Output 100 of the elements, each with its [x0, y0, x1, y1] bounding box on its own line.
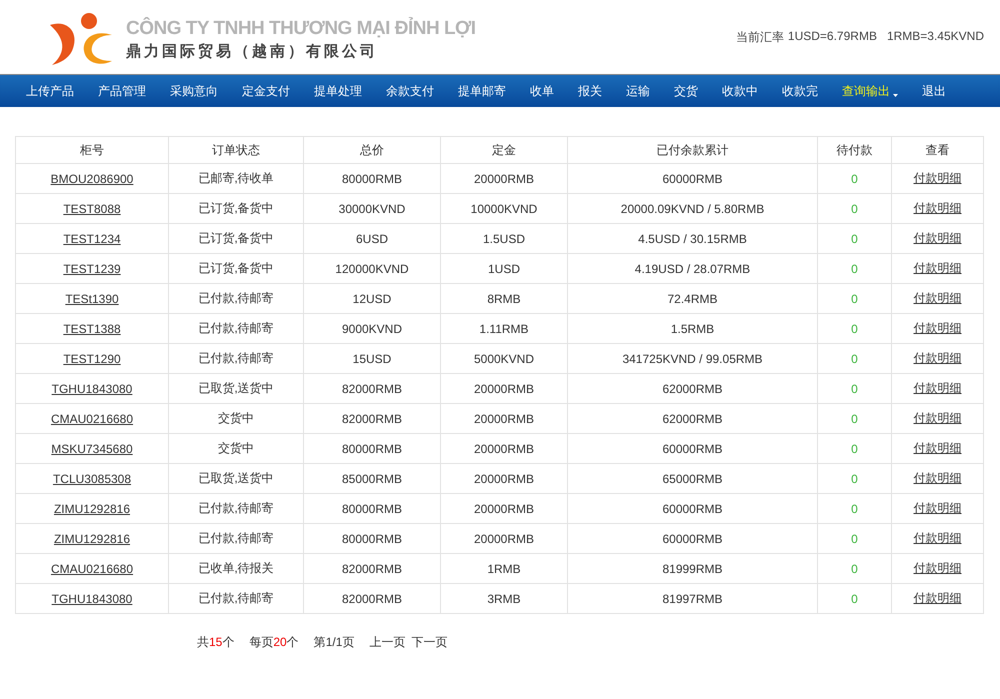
table-cell: 1RMB — [487, 562, 521, 576]
table-cell: 20000RMB — [474, 532, 534, 546]
table-cell: 80000RMB — [342, 502, 402, 516]
table-cell: 已付款,待邮寄 — [198, 291, 274, 305]
container-number-link[interactable]: TEST1388 — [63, 322, 121, 336]
table-cell: 81997RMB — [662, 592, 723, 606]
table-cell: 20000RMB — [474, 172, 534, 186]
nav-item[interactable]: 报关 — [566, 74, 614, 108]
table-cell: 72.4RMB — [667, 292, 718, 306]
next-page-link[interactable]: 下一页 — [411, 634, 448, 651]
nav-item[interactable]: 收款中 — [710, 74, 770, 108]
table-cell: 0 — [851, 472, 858, 486]
table-cell: 0 — [851, 352, 858, 366]
nav-item[interactable]: 退出 — [910, 74, 958, 108]
table-cell: 60000RMB — [662, 442, 723, 456]
table-cell: 3RMB — [487, 592, 521, 606]
exchange-rate: 1RMB=3.45KVND — [886, 28, 984, 44]
table-cell: 82000RMB — [342, 412, 402, 426]
table-cell: 20000.09KVND / 5.80RMB — [620, 202, 764, 216]
table-cell: 20000RMB — [474, 412, 534, 426]
table-cell: 已邮寄,待收单 — [198, 171, 274, 185]
table-cell: 80000RMB — [342, 442, 402, 456]
logo-icon — [48, 11, 114, 67]
exchange-rate-label: 当前汇率 — [736, 28, 784, 46]
prev-page-link[interactable]: 上一页 — [369, 634, 406, 651]
nav-item[interactable]: 收款完 — [770, 74, 830, 108]
table-cell: 4.19USD / 28.07RMB — [634, 262, 750, 276]
nav-item[interactable]: 提单邮寄 — [446, 74, 518, 108]
nav-item[interactable]: 交货 — [662, 74, 710, 108]
table-cell: 9000KVND — [342, 322, 402, 336]
nav-item[interactable]: 提单处理 — [302, 74, 374, 108]
company-name: 鼎力国际贸易（越南）有限公司 — [126, 42, 379, 60]
nav-item[interactable]: 采购意向 — [158, 74, 230, 108]
table-cell: 341725KVND / 99.05RMB — [622, 352, 763, 366]
table-cell: 8RMB — [487, 292, 521, 306]
table-cell: 62000RMB — [662, 412, 723, 426]
container-number-link[interactable]: TEST1234 — [63, 232, 121, 246]
table-cell: 0 — [851, 502, 858, 516]
nav-item[interactable]: 定金支付 — [230, 74, 302, 108]
nav-item[interactable]: 余款支付 — [374, 74, 446, 108]
total-count: 共15个 — [197, 634, 234, 651]
table-cell: 82000RMB — [342, 592, 402, 606]
table-cell: 6USD — [356, 232, 388, 246]
table-cell: 0 — [851, 322, 858, 336]
table-cell: 已付款,待邮寄 — [198, 351, 274, 365]
table-cell: 4.5USD / 30.15RMB — [638, 232, 747, 246]
column-header: 待付款 — [818, 136, 892, 164]
column-header: 已付余款累计 — [568, 136, 818, 164]
table-cell: 120000KVND — [335, 262, 409, 276]
table-cell: 12USD — [352, 292, 392, 306]
table-cell: 1.11RMB — [479, 322, 529, 336]
nav-item[interactable]: 运输 — [614, 74, 662, 108]
table-cell: 5000KVND — [474, 352, 534, 366]
nav-item[interactable]: 查询输出 — [830, 74, 910, 108]
container-number-link[interactable]: TEST1290 — [63, 352, 121, 366]
table-cell: 20000RMB — [474, 382, 534, 396]
table-cell: 已订货,备货中 — [198, 201, 274, 215]
page-number: 第1/1页 — [314, 634, 354, 651]
table-cell: 已付款,待邮寄 — [198, 321, 274, 335]
table-cell: 15USD — [352, 352, 392, 366]
table-cell: 1USD — [488, 262, 520, 276]
nav-item[interactable]: 产品管理 — [86, 74, 158, 108]
table-cell: 0 — [851, 202, 858, 216]
table-cell: 10000KVND — [470, 202, 538, 216]
table-cell: 0 — [851, 172, 858, 186]
page-size: 每页20个 — [249, 634, 299, 651]
table-cell: 已订货,备货中 — [198, 261, 274, 275]
table-cell: 0 — [851, 562, 858, 576]
table-cell: 已付款,待邮寄 — [198, 501, 274, 515]
table-cell: 已收单,待报关 — [198, 561, 274, 575]
table-cell: 20000RMB — [474, 442, 534, 456]
table-cell: 30000KVND — [338, 202, 406, 216]
table-cell: 85000RMB — [342, 472, 402, 486]
table-cell: 0 — [851, 592, 858, 606]
column-header: 订单状态 — [168, 136, 304, 164]
column-header: 查看 — [892, 136, 984, 164]
table-cell: 已付款,待邮寄 — [198, 531, 274, 545]
caret-icon — [893, 94, 898, 96]
table-cell: 已订货,备货中 — [198, 231, 274, 245]
container-number-link[interactable]: TEST8088 — [63, 202, 121, 216]
container-number-link[interactable]: TEST1239 — [63, 262, 121, 276]
table-cell: 0 — [851, 532, 858, 546]
nav-item[interactable]: 收单 — [518, 74, 566, 108]
table-cell: 1.5RMB — [670, 322, 714, 336]
table-cell: 60000RMB — [662, 532, 723, 546]
table-cell: 交货中 — [218, 411, 254, 425]
column-header: 柜号 — [16, 136, 168, 164]
column-header: 总价 — [304, 136, 440, 164]
table-cell: 65000RMB — [662, 472, 723, 486]
table-cell: 0 — [851, 232, 858, 246]
table-cell: 62000RMB — [662, 382, 723, 396]
table-cell: 0 — [851, 262, 858, 276]
table-cell: 20000RMB — [474, 502, 534, 516]
nav-item[interactable]: 上传产品 — [14, 74, 86, 108]
container-number-link[interactable]: TESt1390 — [65, 292, 119, 306]
table-cell: 81999RMB — [662, 562, 723, 576]
exchange-rate: 1USD=6.79RMB — [788, 28, 877, 44]
table-cell: 80000RMB — [342, 172, 402, 186]
table-cell: 20000RMB — [474, 472, 534, 486]
table-cell: 0 — [851, 412, 858, 426]
